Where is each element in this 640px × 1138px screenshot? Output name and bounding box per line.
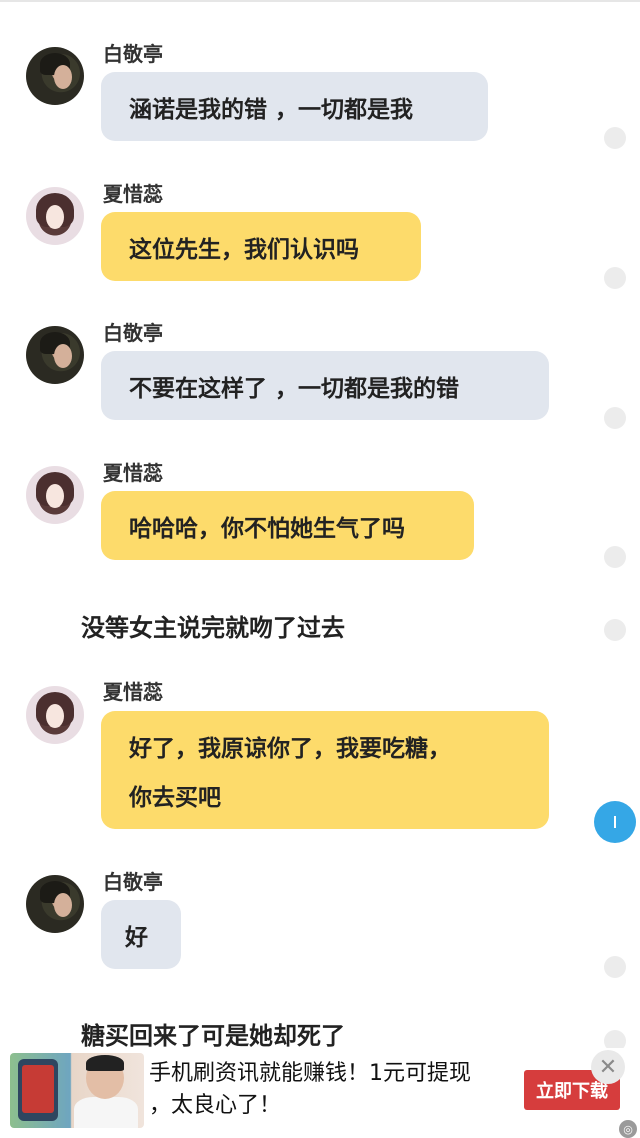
circle-dot-icon[interactable] [604,956,626,978]
person-hair-graphic [86,1055,124,1071]
person-graphic [74,1097,138,1128]
info-icon [614,816,616,828]
message-bubble[interactable]: 这位先生，我们认识吗 [101,212,421,281]
ad-banner[interactable]: 手机刷资讯就能赚钱！1元可提现 ，太良心了！ 立即下载 ✕ ◎ [0,1048,640,1138]
speaker-name: 夏惜蕊 [103,461,163,485]
speaker-name: 夏惜蕊 [103,182,163,206]
speaker-name: 白敬亭 [103,42,163,66]
message-line: 你去买吧 [129,785,221,811]
ad-text[interactable]: 手机刷资讯就能赚钱！1元可提现 ，太良心了！ [149,1058,509,1122]
avatar[interactable] [26,326,84,384]
circle-dot-icon[interactable] [604,407,626,429]
close-icon[interactable]: ✕ [591,1050,625,1084]
narration-text: 糖买回来了可是她却死了 [81,1022,345,1050]
circle-dot-icon[interactable] [604,127,626,149]
avatar[interactable] [26,686,84,744]
message-bubble[interactable]: 哈哈哈，你不怕她生气了吗 [101,491,474,560]
avatar[interactable] [26,47,84,105]
circle-dot-icon[interactable] [604,546,626,568]
message-bubble[interactable]: 涵诺是我的错 ，一切都是我 [101,72,488,141]
circle-dot-icon[interactable] [604,267,626,289]
narration-text: 没等女主说完就吻了过去 [81,614,345,642]
ad-thumbnail[interactable] [10,1053,144,1128]
message-line: 好了，我原谅你了，我要吃糖， [129,736,451,762]
speaker-name: 夏惜蕊 [103,680,163,704]
message-bubble[interactable]: 好 [101,900,181,969]
top-divider [0,0,640,2]
phone-graphic [18,1059,58,1121]
avatar[interactable] [26,466,84,524]
message-bubble[interactable]: 不要在这样了 ，一切都是我的错 [101,351,549,420]
avatar[interactable] [26,187,84,245]
ad-badge-icon[interactable]: ◎ [619,1120,637,1138]
message-bubble[interactable]: 好了，我原谅你了，我要吃糖， 你去买吧 [101,711,549,829]
ad-text-line: ，太良心了！ [149,1093,282,1118]
speaker-name: 白敬亭 [103,321,163,345]
speaker-name: 白敬亭 [103,870,163,894]
ad-text-line: 手机刷资讯就能赚钱！1元可提现 [149,1061,471,1086]
avatar[interactable] [26,875,84,933]
floating-action-button[interactable] [594,801,636,843]
circle-dot-icon[interactable] [604,619,626,641]
